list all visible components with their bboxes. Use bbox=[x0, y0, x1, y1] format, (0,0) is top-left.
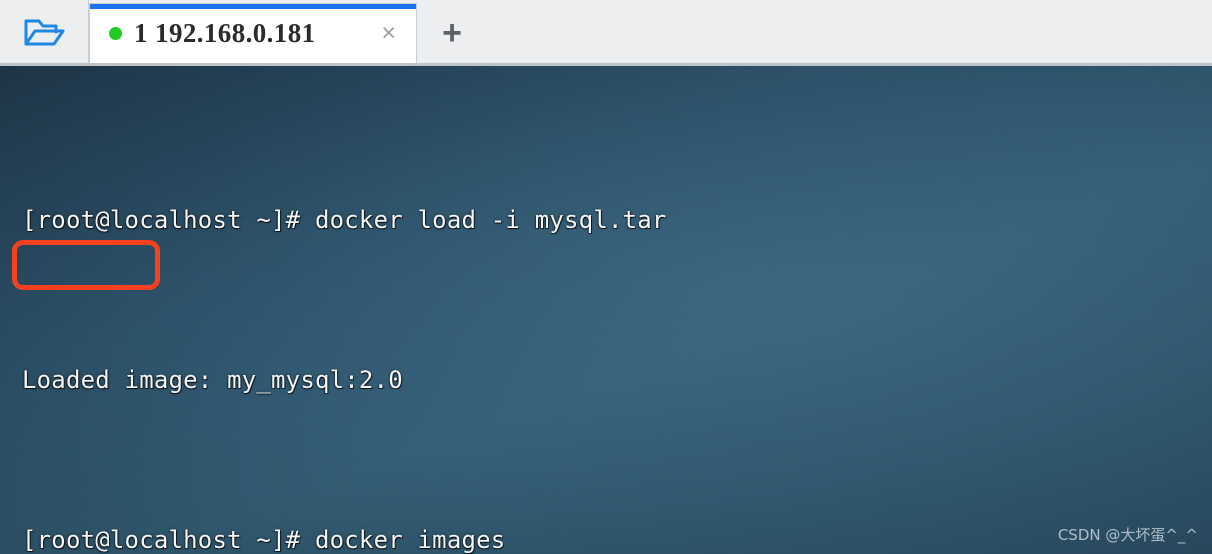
tab-active-indicator bbox=[90, 4, 416, 9]
watermark: CSDN @大坏蛋^_^ bbox=[1057, 526, 1198, 544]
terminal-screen[interactable]: [root@localhost ~]# docker load -i mysql… bbox=[0, 66, 1212, 554]
terminal-line-command: [root@localhost ~]# docker load -i mysql… bbox=[22, 206, 667, 234]
open-folder-button[interactable] bbox=[0, 0, 89, 63]
new-tab-button[interactable]: + bbox=[418, 3, 486, 63]
tab-bar: 1 192.168.0.181 × + bbox=[0, 0, 1212, 66]
tab-192-168-0-181[interactable]: 1 192.168.0.181 × bbox=[89, 3, 417, 63]
close-icon[interactable]: × bbox=[381, 21, 396, 46]
connected-green-dot-icon bbox=[109, 27, 122, 40]
open-folder-icon bbox=[22, 15, 66, 49]
terminal-output: [root@localhost ~]# docker load -i mysql… bbox=[22, 80, 972, 554]
terminal-line-output: Loaded image: my_mysql:2.0 bbox=[22, 366, 403, 394]
terminal-line-command: [root@localhost ~]# docker images bbox=[22, 526, 506, 554]
terminal-app-window: 1 192.168.0.181 × + [root@localhost ~]# … bbox=[0, 0, 1212, 554]
tab-title: 1 192.168.0.181 bbox=[134, 18, 316, 48]
